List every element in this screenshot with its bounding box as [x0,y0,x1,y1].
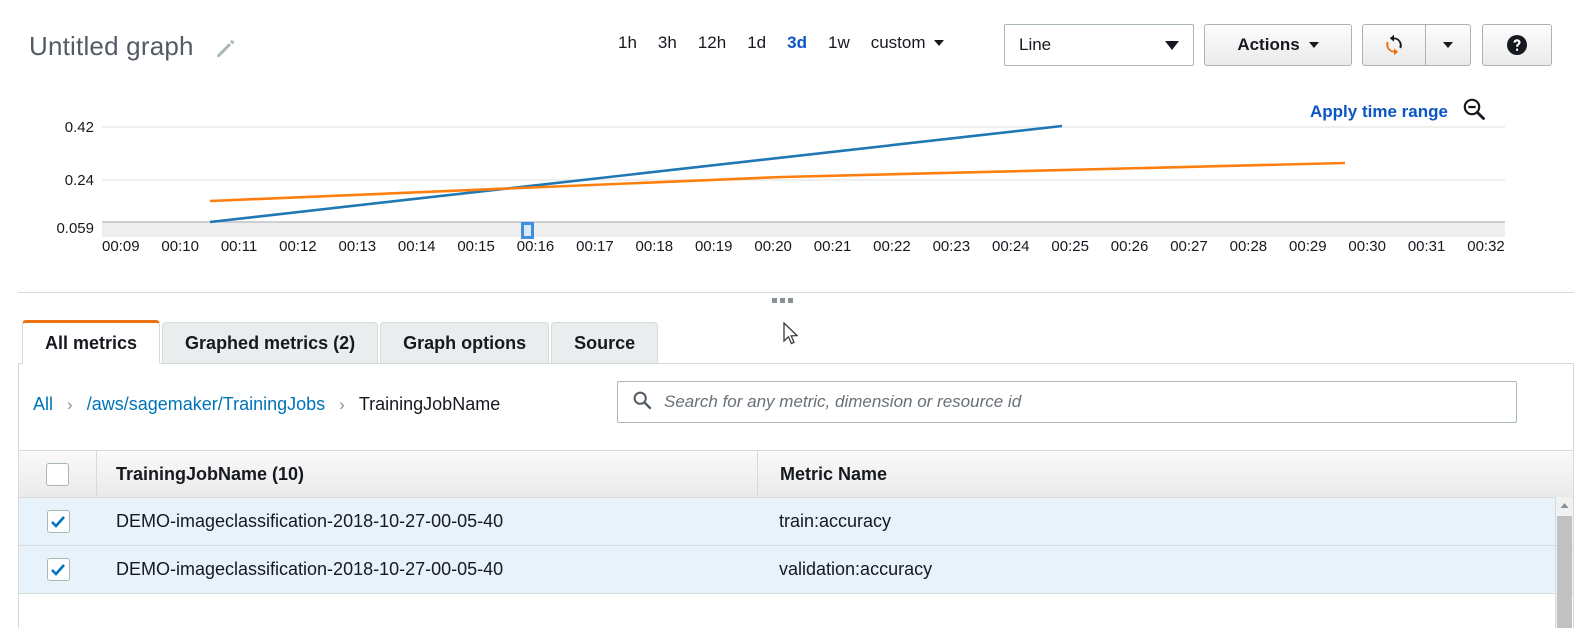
x-tick: 00:24 [992,238,1030,255]
page-title: Untitled graph [29,31,194,62]
chart-plot[interactable] [0,110,1591,240]
time-range-3h[interactable]: 3h [658,33,677,53]
select-all-checkbox[interactable] [46,463,69,486]
x-tick: 00:18 [636,238,674,255]
x-tick: 00:12 [279,238,317,255]
x-tick: 00:29 [1289,238,1327,255]
chevron-down-icon [1443,42,1453,48]
search-input[interactable]: Search for any metric, dimension or reso… [617,381,1517,423]
x-axis-labels: 00:09 00:10 00:11 00:12 00:13 00:14 00:1… [102,238,1505,255]
x-tick: 00:28 [1230,238,1268,255]
actions-button[interactable]: Actions [1204,24,1352,66]
tab-graph-options[interactable]: Graph options [380,322,549,364]
refresh-options-button[interactable] [1425,24,1471,66]
breadcrumb-item-all[interactable]: All [33,394,53,415]
row-select-cell[interactable] [19,546,97,593]
x-tick: 00:27 [1170,238,1208,255]
scrollbar-thumb[interactable] [1557,516,1572,628]
metrics-table: TrainingJobName (10) Metric Name DEMO-im… [19,450,1573,594]
tab-label: All metrics [45,333,137,354]
x-tick: 00:10 [161,238,199,255]
tab-all-metrics[interactable]: All metrics [22,320,160,364]
metrics-chart: 0.42 0.24 0.059 00:09 00:10 00:11 00:12 [0,110,1591,265]
x-tick: 00:11 [221,238,257,255]
x-tick: 00:32 [1467,238,1505,255]
cell-metricname: validation:accuracy [757,546,1573,593]
x-tick: 00:30 [1348,238,1386,255]
annotation-marker [521,222,534,239]
x-tick: 00:20 [754,238,792,255]
actions-button-label: Actions [1237,35,1299,55]
time-range-selector[interactable]: 1h 3h 12h 1d 3d 1w custom [618,33,944,53]
breadcrumb: All › /aws/sagemaker/TrainingJobs › Trai… [33,394,500,415]
chevron-down-icon [1309,42,1319,48]
mouse-cursor [783,322,800,347]
row-checkbox[interactable] [47,558,70,581]
scroll-up-button[interactable] [1556,497,1572,514]
tab-graphed-metrics[interactable]: Graphed metrics (2) [162,322,378,364]
x-tick: 00:25 [1051,238,1089,255]
help-icon [1505,33,1529,57]
x-tick: 00:16 [517,238,555,255]
table-scrollbar[interactable] [1555,497,1572,628]
time-range-12h[interactable]: 12h [698,33,726,53]
cell-metricname: train:accuracy [757,498,1573,545]
x-tick: 00:14 [398,238,436,255]
time-range-3d[interactable]: 3d [787,33,807,53]
search-icon [632,390,652,415]
x-tick: 00:17 [576,238,614,255]
section-divider [18,292,1574,293]
graph-header: Untitled graph 1h 3h 12h 1d 3d 1w custom… [0,0,1591,92]
refresh-button[interactable] [1362,24,1426,66]
time-range-1w[interactable]: 1w [828,33,850,53]
search-placeholder: Search for any metric, dimension or reso… [664,392,1021,412]
chevron-down-icon [1165,41,1179,50]
tab-source[interactable]: Source [551,322,658,364]
select-all-cell[interactable] [19,451,97,497]
chevron-down-icon [934,40,944,46]
cell-trainingjobname: DEMO-imageclassification-2018-10-27-00-0… [97,559,757,580]
time-range-1h[interactable]: 1h [618,33,637,53]
x-tick: 00:15 [457,238,495,255]
time-range-1d[interactable]: 1d [747,33,766,53]
x-tick: 00:26 [1111,238,1149,255]
x-tick: 00:09 [102,238,140,255]
breadcrumb-separator-icon: › [339,395,345,415]
breadcrumb-item-namespace[interactable]: /aws/sagemaker/TrainingJobs [87,394,325,415]
row-select-cell[interactable] [19,498,97,545]
time-range-custom-label: custom [871,33,926,53]
row-checkbox[interactable] [47,510,70,533]
table-row[interactable]: DEMO-imageclassification-2018-10-27-00-0… [19,498,1573,546]
pencil-icon[interactable] [214,38,236,60]
x-tick: 00:21 [814,238,852,255]
resize-handle[interactable] [772,298,793,303]
column-header-trainingjobname[interactable]: TrainingJobName (10) [97,464,757,485]
table-header-row: TrainingJobName (10) Metric Name [19,450,1573,498]
x-tick: 00:31 [1408,238,1446,255]
cell-trainingjobname: DEMO-imageclassification-2018-10-27-00-0… [97,511,757,532]
column-header-metricname[interactable]: Metric Name [757,451,1573,497]
time-range-custom[interactable]: custom [871,33,944,53]
graph-type-value: Line [1019,35,1165,55]
series-line-validation-accuracy [210,163,1345,201]
x-tick: 00:13 [339,238,377,255]
x-tick: 00:22 [873,238,911,255]
tab-label: Source [574,333,635,354]
all-metrics-panel: All › /aws/sagemaker/TrainingJobs › Trai… [18,364,1574,628]
breadcrumb-separator-icon: › [67,395,73,415]
table-row[interactable]: DEMO-imageclassification-2018-10-27-00-0… [19,546,1573,594]
tab-label: Graph options [403,333,526,354]
x-tick: 00:23 [933,238,971,255]
graph-type-select[interactable]: Line [1004,24,1194,66]
help-button[interactable] [1482,24,1552,66]
refresh-icon [1382,33,1406,57]
cloudwatch-metrics-page: Untitled graph 1h 3h 12h 1d 3d 1w custom… [0,0,1591,628]
x-axis-strip [102,223,1505,237]
x-tick: 00:19 [695,238,733,255]
metrics-tabs: All metrics Graphed metrics (2) Graph op… [22,320,658,364]
tab-label: Graphed metrics (2) [185,333,355,354]
breadcrumb-item-dimension: TrainingJobName [359,394,500,415]
